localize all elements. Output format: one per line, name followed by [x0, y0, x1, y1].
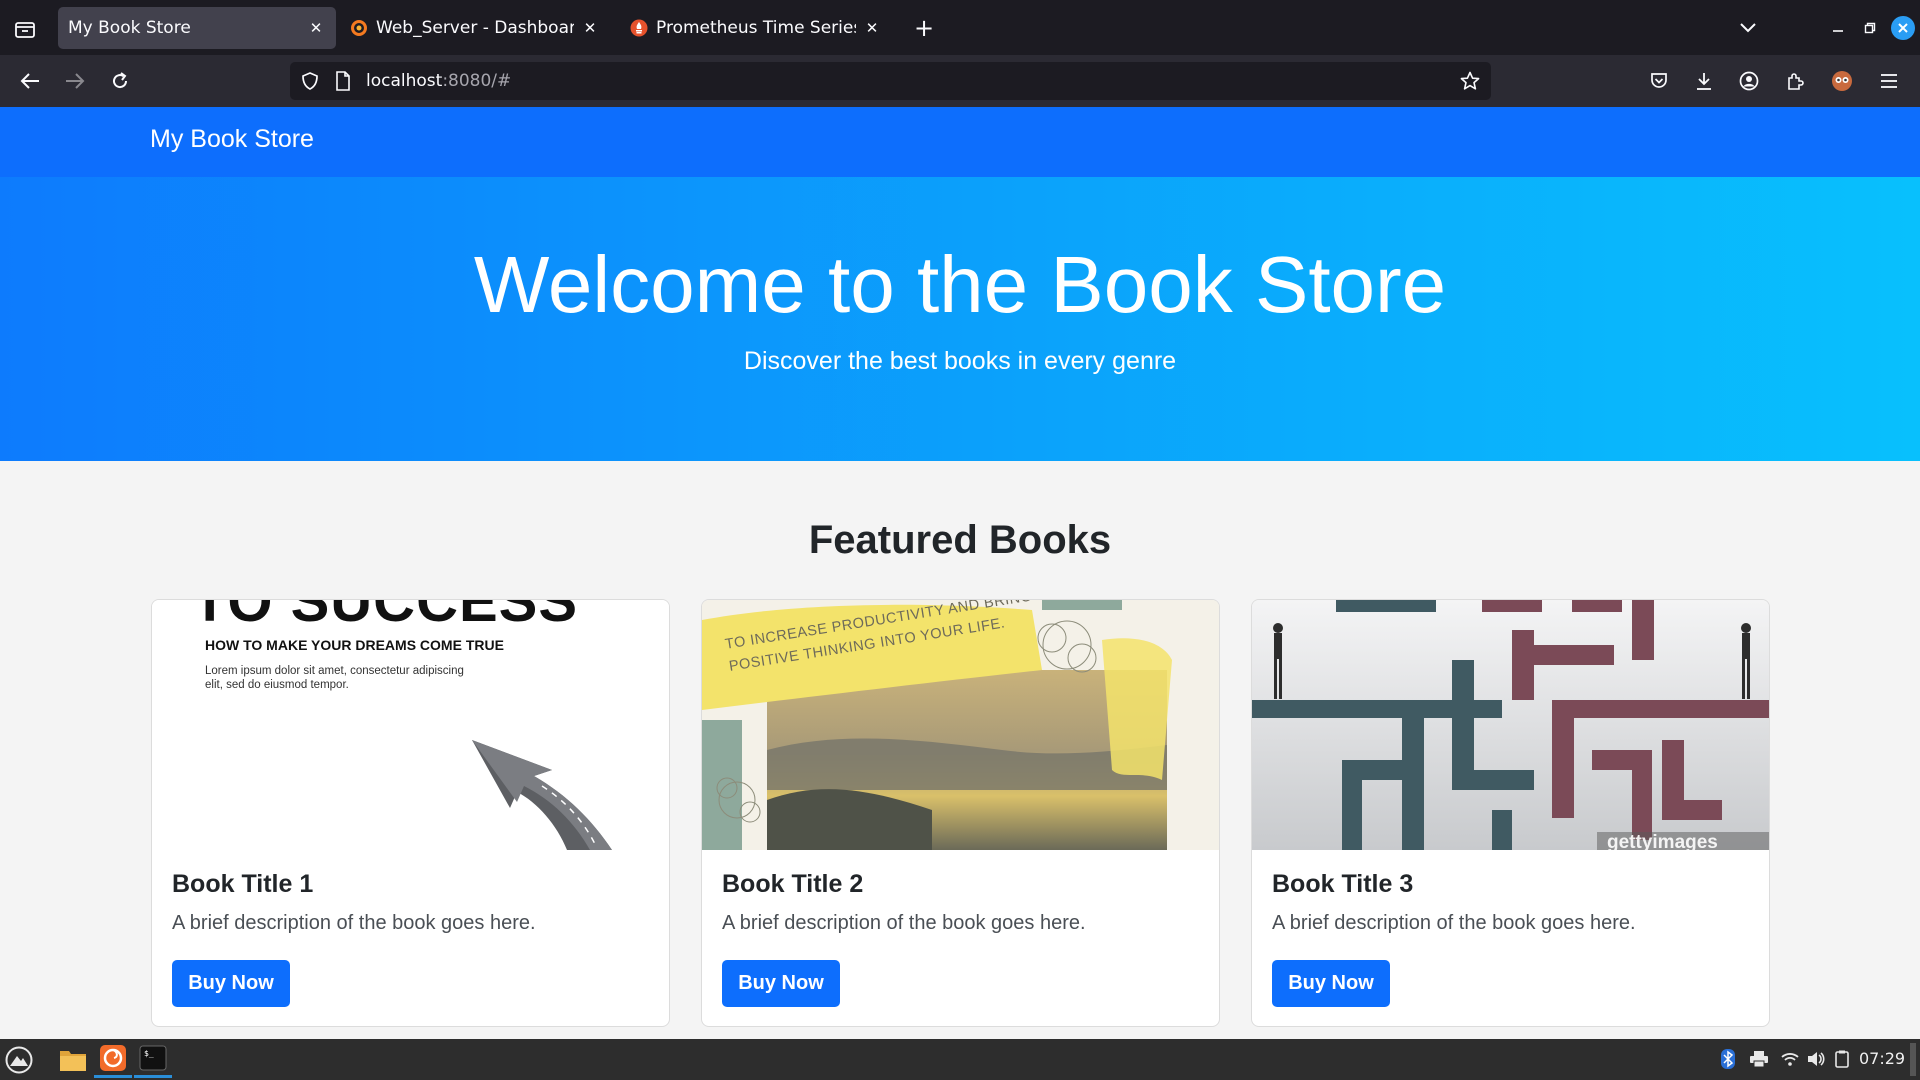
book-title: Book Title 3	[1272, 870, 1414, 898]
book-title: Book Title 1	[172, 870, 314, 898]
restore-icon[interactable]	[1858, 16, 1882, 40]
profile-avatar-icon[interactable]	[1826, 65, 1858, 97]
book-cover-image: gettyimages	[1252, 600, 1769, 850]
bluetooth-icon[interactable]	[1718, 1049, 1738, 1069]
site-navbar: My Book Store	[0, 107, 1920, 177]
close-tab-icon[interactable]: ✕	[306, 18, 326, 38]
browser-toolbar: localhost:8080/#	[0, 55, 1920, 107]
chevron-down-icon[interactable]	[1735, 15, 1761, 41]
cover-body-line: Lorem ipsum dolor sit amet, consectetur …	[205, 665, 464, 677]
extensions-icon[interactable]	[1779, 65, 1811, 97]
printer-icon[interactable]	[1749, 1049, 1769, 1069]
tab-title: Prometheus Time Series Col	[656, 18, 856, 38]
shield-icon[interactable]	[300, 71, 320, 91]
cover-headline: TO SUCCESS	[192, 600, 579, 634]
clipboard-icon[interactable]	[1832, 1049, 1852, 1069]
new-tab-icon[interactable]: +	[910, 14, 938, 42]
tab-prometheus[interactable]: Prometheus Time Series Col ✕	[620, 7, 892, 49]
book-card: TO SUCCESS HOW TO MAKE YOUR DREAMS COME …	[151, 599, 670, 1027]
minimize-icon[interactable]	[1826, 16, 1850, 40]
wifi-icon[interactable]	[1780, 1049, 1800, 1069]
close-tab-icon[interactable]: ✕	[862, 18, 882, 38]
buy-now-button[interactable]: Buy Now	[1272, 960, 1390, 1007]
book-description: A brief description of the book goes her…	[172, 912, 536, 934]
hero-banner: Welcome to the Book Store Discover the b…	[0, 177, 1920, 461]
tab-title: My Book Store	[68, 18, 191, 38]
buy-now-button[interactable]: Buy Now	[172, 960, 290, 1007]
featured-books-heading: Featured Books	[808, 518, 1112, 562]
cover-watermark: gettyimages	[1607, 832, 1718, 850]
svg-text:$_: $_	[144, 1049, 154, 1058]
bookmark-star-icon[interactable]	[1460, 71, 1480, 91]
clock[interactable]: 07:29	[1859, 1049, 1905, 1068]
hero-subtitle: Discover the best books in every genre	[743, 347, 1177, 375]
road-arrow-illustration	[472, 740, 612, 850]
book-cover-image: TO INCREASE PRODUCTIVITY AND BRING POSIT…	[702, 600, 1219, 850]
close-tab-icon[interactable]: ✕	[580, 18, 600, 38]
url-host: localhost	[366, 71, 443, 91]
browser-tab-bar: My Book Store ✕ Web_Server - Dashboards …	[0, 0, 1920, 55]
pocket-icon[interactable]	[1643, 65, 1675, 97]
tab-title: Web_Server - Dashboards - G	[376, 18, 574, 38]
cover-subhead: HOW TO MAKE YOUR DREAMS COME TRUE	[205, 637, 504, 653]
os-taskbar: $_ 07:29	[0, 1039, 1920, 1080]
tab-my-book-store[interactable]: My Book Store ✕	[58, 7, 336, 49]
prometheus-icon	[630, 19, 648, 37]
firefox-taskbar-icon[interactable]	[94, 1041, 132, 1078]
book-title: Book Title 2	[722, 870, 864, 898]
url-bar[interactable]: localhost:8080/#	[290, 62, 1491, 100]
book-description: A brief description of the book goes her…	[1272, 912, 1636, 934]
forward-arrow-icon[interactable]	[59, 65, 91, 97]
url-path: :8080/#	[442, 71, 512, 91]
book-cover-image: TO SUCCESS HOW TO MAKE YOUR DREAMS COME …	[152, 600, 669, 850]
grafana-icon	[351, 20, 367, 36]
account-icon[interactable]	[1733, 65, 1765, 97]
cover-body-line: elit, sed do eiusmod tempor.	[205, 679, 349, 691]
url-text[interactable]: localhost:8080/#	[366, 71, 511, 91]
page-icon[interactable]	[335, 71, 355, 91]
terminal-icon[interactable]: $_	[134, 1041, 172, 1078]
reload-icon[interactable]	[104, 65, 136, 97]
site-brand-link[interactable]: My Book Store	[150, 125, 314, 154]
maze-illustration	[1252, 600, 1769, 850]
app-launcher-icon[interactable]	[0, 1041, 38, 1078]
buy-now-button[interactable]: Buy Now	[722, 960, 840, 1007]
hero-title: Welcome to the Book Store	[473, 240, 1447, 329]
download-icon[interactable]	[1688, 65, 1720, 97]
book-card: gettyimages Book Title 3 A brief descrip…	[1251, 599, 1770, 1027]
close-window-icon[interactable]	[1891, 16, 1915, 40]
tab-grafana-dashboards[interactable]: Web_Server - Dashboards - G ✕	[340, 7, 610, 49]
tab-list-icon[interactable]	[12, 16, 38, 42]
volume-icon[interactable]	[1806, 1049, 1826, 1069]
book-description: A brief description of the book goes her…	[722, 912, 1086, 934]
book-card: TO INCREASE PRODUCTIVITY AND BRING POSIT…	[701, 599, 1220, 1027]
show-desktop-button[interactable]	[1910, 1043, 1916, 1076]
hamburger-menu-icon[interactable]	[1873, 65, 1905, 97]
back-arrow-icon[interactable]	[14, 65, 46, 97]
file-manager-icon[interactable]	[54, 1041, 92, 1078]
